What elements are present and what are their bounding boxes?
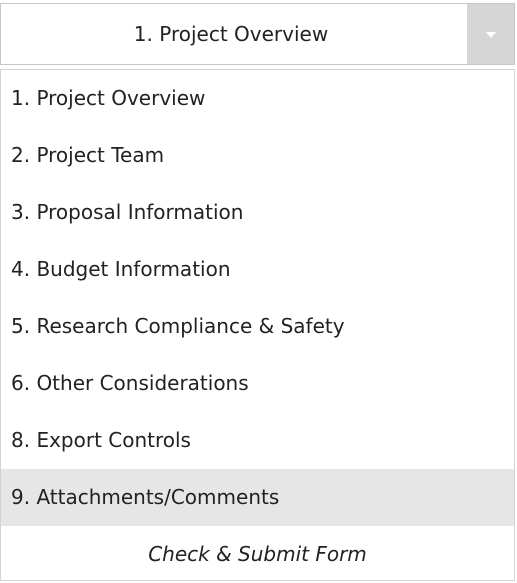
menu-item-research-compliance-safety[interactable]: 5. Research Compliance & Safety [1,298,514,355]
section-dropdown[interactable]: 1. Project Overview 1. Project Overview … [0,0,517,583]
section-menu: 1. Project Overview 2. Project Team 3. P… [0,69,515,581]
menu-item-other-considerations[interactable]: 6. Other Considerations [1,355,514,412]
menu-item-export-controls[interactable]: 8. Export Controls [1,412,514,469]
menu-item-proposal-information[interactable]: 3. Proposal Information [1,184,514,241]
menu-item-project-overview[interactable]: 1. Project Overview [1,70,514,127]
chevron-down-icon [486,32,496,38]
menu-item-check-submit-form[interactable]: Check & Submit Form [1,526,514,583]
menu-item-budget-information[interactable]: 4. Budget Information [1,241,514,298]
menu-item-attachments-comments[interactable]: 9. Attachments/Comments [1,469,514,526]
section-select[interactable]: 1. Project Overview [0,3,515,65]
selected-section-value: 1. Project Overview [133,22,329,46]
dropdown-toggle-button[interactable] [467,4,514,64]
menu-item-project-team[interactable]: 2. Project Team [1,127,514,184]
